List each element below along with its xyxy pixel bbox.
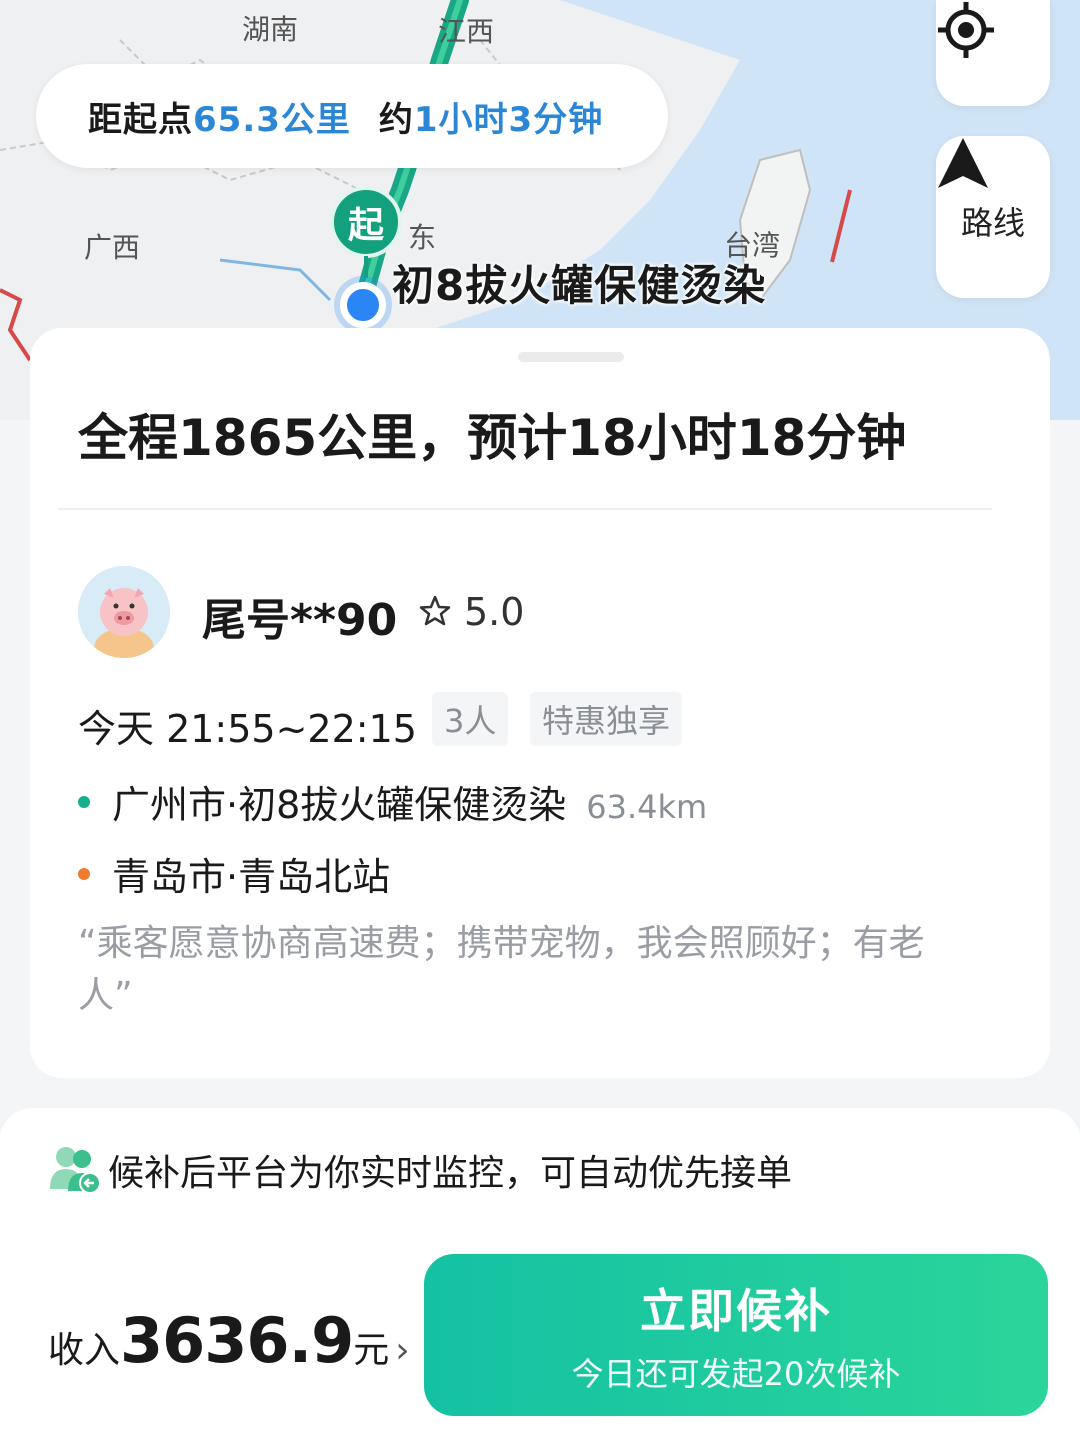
trip-card: 全程1865公里，预计18小时18分钟 尾号**90 5.0 今天 21:55~… bbox=[30, 328, 1050, 1078]
chevron-right-icon: › bbox=[395, 1330, 410, 1371]
duration-value: 1小时3分钟 bbox=[413, 99, 604, 140]
start-pin: 起 bbox=[330, 186, 402, 258]
waitlist-now-button[interactable]: 立即候补 今日还可发起20次候补 bbox=[424, 1254, 1048, 1416]
map-label-guangdong: 东 bbox=[408, 221, 437, 254]
waitlist-notice: 候补后平台为你实时监控，可自动优先接单 bbox=[48, 1144, 792, 1196]
pickup-point-label: 初8拔火罐保健烫染 bbox=[392, 261, 767, 310]
seats-tag: 3人 bbox=[432, 692, 509, 746]
driver-name: 尾号**90 bbox=[202, 595, 398, 646]
pig-avatar-icon bbox=[78, 566, 170, 658]
passenger-remark: “乘客愿意协商高速费；携带宠物，我会照顾好；有老人” bbox=[78, 923, 925, 1016]
promo-tag: 特惠独享 bbox=[530, 692, 683, 746]
current-location-dot bbox=[340, 282, 386, 328]
distance-value: 65.3公里 bbox=[193, 99, 351, 140]
income-unit: 元 bbox=[353, 1330, 390, 1371]
locate-button[interactable] bbox=[936, 0, 1050, 106]
income-amount: 3636.9 bbox=[120, 1304, 354, 1377]
distance-prefix: 距起点 bbox=[88, 99, 193, 140]
destination-dot bbox=[78, 868, 90, 880]
income-link[interactable]: 收入 3636.9 元 › bbox=[48, 1304, 410, 1377]
route-button-label: 路线 bbox=[960, 204, 1025, 242]
users-monitor-icon bbox=[50, 1147, 101, 1194]
duration-prefix: 约 bbox=[378, 99, 414, 140]
waitlist-notice-text: 候补后平台为你实时监控，可自动优先接单 bbox=[108, 1153, 793, 1194]
driver-rating: 5.0 bbox=[464, 590, 525, 634]
origin-dot bbox=[78, 796, 90, 808]
income-prefix: 收入 bbox=[48, 1330, 121, 1371]
waitlist-remaining-text: 今日还可发起20次候补 bbox=[571, 1355, 901, 1393]
map-label-jiangxi: 江西 bbox=[438, 15, 495, 48]
drag-handle[interactable] bbox=[518, 352, 624, 362]
route-button[interactable]: 路线 bbox=[936, 136, 1050, 298]
distance-to-start-pill: 距起点 65.3公里 约 1小时3分钟 bbox=[36, 64, 668, 168]
divider bbox=[58, 508, 992, 510]
origin-name: 广州市·初8拔火罐保健烫染 bbox=[112, 783, 567, 827]
bottom-panel: 候补后平台为你实时监控，可自动优先接单 收入 3636.9 元 › 立即候补 今… bbox=[0, 1108, 1080, 1438]
trip-summary: 全程1865公里，预计18小时18分钟 bbox=[78, 409, 907, 467]
map-label-hunan: 湖南 bbox=[242, 13, 299, 46]
waitlist-now-label: 立即候补 bbox=[640, 1284, 832, 1338]
origin-stop: 广州市·初8拔火罐保健烫染 63.4km bbox=[78, 774, 707, 829]
map-label-guangxi: 广西 bbox=[84, 231, 141, 264]
destination-stop: 青岛市·青岛北站 bbox=[78, 846, 390, 901]
origin-distance: 63.4km bbox=[586, 788, 708, 826]
start-pin-stem bbox=[364, 256, 368, 278]
star-icon bbox=[419, 595, 451, 626]
avatar[interactable] bbox=[78, 566, 170, 658]
navigation-arrow-icon bbox=[938, 138, 988, 188]
destination-name: 青岛市·青岛北站 bbox=[112, 855, 391, 899]
departure-time: 今天 21:55~22:15 bbox=[78, 707, 417, 751]
crosshair-icon bbox=[938, 2, 994, 58]
